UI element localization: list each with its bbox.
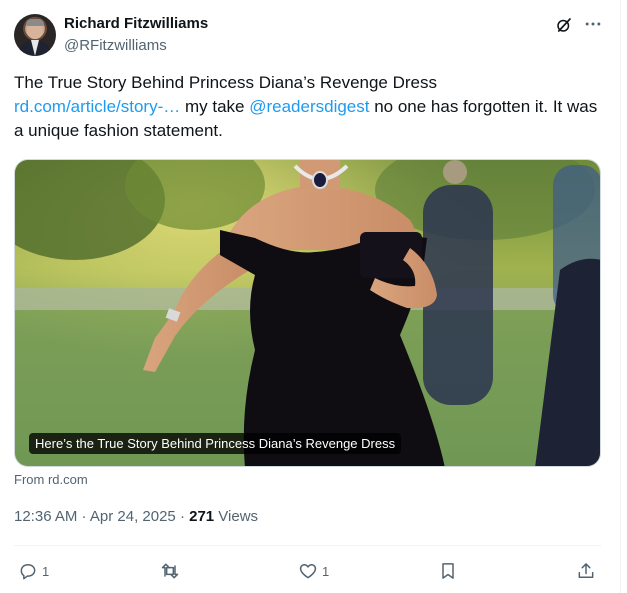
share-button[interactable] — [576, 560, 596, 582]
grok-icon[interactable] — [555, 16, 573, 34]
reply-button[interactable]: 1 — [18, 560, 49, 582]
like-count: 1 — [322, 563, 330, 579]
views-count: 271 — [189, 508, 215, 525]
card-caption: Here’s the True Story Behind Princess Di… — [29, 433, 402, 454]
avatar[interactable] — [14, 14, 56, 56]
like-button[interactable]: 1 — [298, 560, 329, 582]
share-icon — [578, 563, 594, 578]
reply-icon — [20, 564, 36, 580]
tweet: Richard Fitzwilliams @RFitzwilliams The … — [0, 0, 627, 593]
card-source[interactable]: From rd.com — [14, 472, 88, 487]
timestamp[interactable]: 12:36 AM · Apr 24, 2025 · — [14, 508, 189, 525]
tweet-text: The True Story Behind Princess Diana’s R… — [14, 71, 609, 143]
link-card-media[interactable]: Here’s the True Story Behind Princess Di… — [14, 159, 601, 467]
bookmark-button[interactable] — [438, 560, 458, 582]
tweet-text-line1: The True Story Behind Princess Diana’s R… — [14, 73, 437, 92]
divider — [14, 545, 601, 546]
article-link[interactable]: rd.com/article/story-… — [14, 97, 180, 116]
repost-icon — [161, 563, 179, 579]
author-handle[interactable]: @RFitzwilliams — [64, 37, 167, 54]
mention-link[interactable]: @readersdigest — [249, 97, 369, 116]
author-name[interactable]: Richard Fitzwilliams — [64, 15, 208, 32]
repost-button[interactable] — [160, 560, 180, 582]
views-label: Views — [214, 508, 259, 525]
tweet-meta: 12:36 AM · Apr 24, 2025 · 271 Views — [14, 508, 258, 525]
column-border — [620, 0, 621, 593]
tweet-text-mid: my take — [180, 97, 250, 116]
card-photo — [15, 160, 600, 466]
reply-count: 1 — [42, 563, 50, 579]
heart-icon — [299, 564, 317, 579]
more-icon[interactable] — [583, 14, 603, 34]
bookmark-icon — [442, 563, 454, 579]
